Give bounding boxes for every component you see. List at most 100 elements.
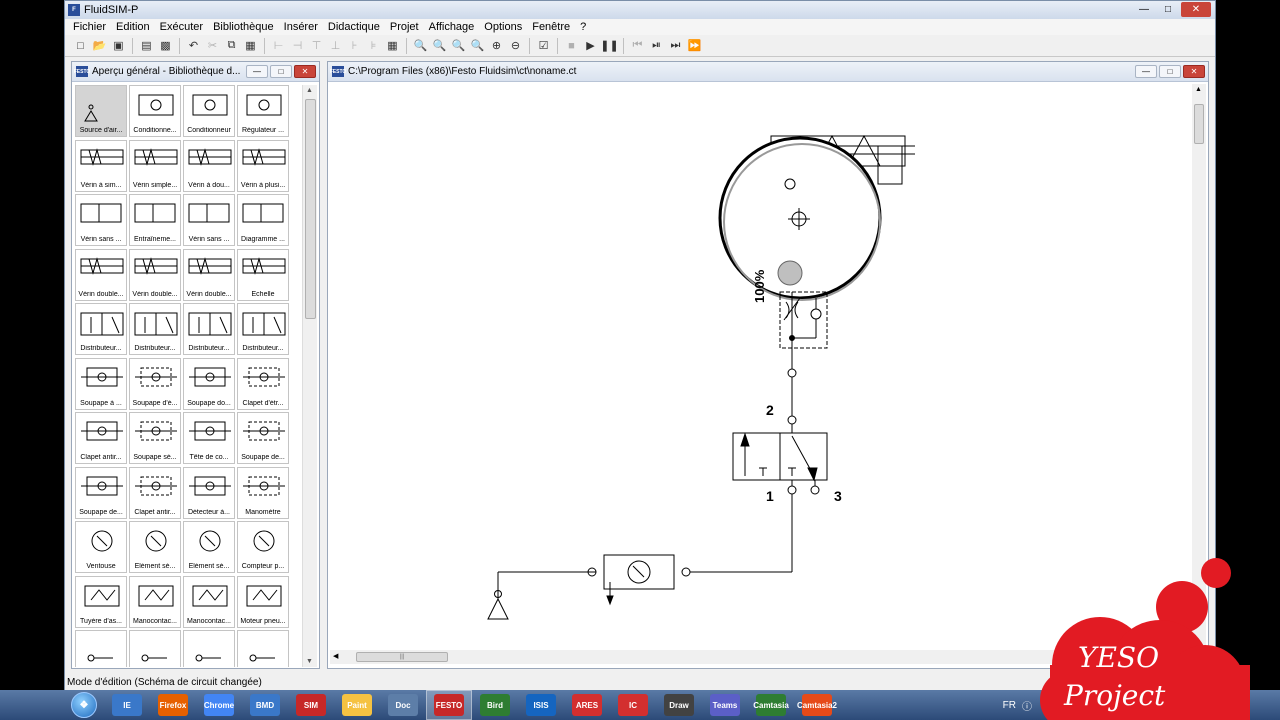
zoom-all-icon[interactable]: 🔍 <box>468 37 487 55</box>
library-item[interactable]: Clapet antir... <box>75 412 127 464</box>
menu-inserer[interactable]: Insérer <box>279 21 323 33</box>
zoom-previous-icon[interactable]: 🔍 <box>449 37 468 55</box>
taskbar-app-doc-icon[interactable]: Doc <box>380 690 426 720</box>
align-center-icon[interactable]: ⊣ <box>288 37 307 55</box>
circuit-close-button[interactable]: ✕ <box>1183 65 1205 78</box>
library-item[interactable]: Distributeur... <box>183 303 235 355</box>
language-indicator[interactable]: FR <box>1003 700 1016 711</box>
menu-fichier[interactable]: Fichier <box>68 21 111 33</box>
library-item[interactable]: 0V <box>129 630 181 667</box>
taskbar-app-bmd-icon[interactable]: BMD <box>242 690 288 720</box>
library-item[interactable]: +24V <box>183 630 235 667</box>
align-top-icon[interactable]: ⊤ <box>307 37 326 55</box>
connector[interactable] <box>787 485 797 495</box>
library-item[interactable]: Diagramme ... <box>237 194 289 246</box>
library-item[interactable] <box>75 630 127 667</box>
menu-affichage[interactable]: Affichage <box>424 21 480 33</box>
pause-icon[interactable]: ❚❚ <box>600 37 619 55</box>
taskbar-app-teams-icon[interactable]: Teams <box>702 690 748 720</box>
zoom-fit-icon[interactable]: 🔍 <box>411 37 430 55</box>
library-minimize-button[interactable]: — <box>246 65 268 78</box>
library-item[interactable]: Soupape à ... <box>75 357 127 410</box>
align-bottom-icon[interactable]: ⊧ <box>364 37 383 55</box>
library-item[interactable]: Distributeur... <box>237 303 289 355</box>
library-item[interactable]: Elément sé... <box>129 521 181 573</box>
library-item[interactable]: Soupape de... <box>75 466 127 519</box>
menu-bibliotheque[interactable]: Bibliothèque <box>208 21 279 33</box>
save-icon[interactable]: ▣ <box>109 37 128 55</box>
library-item[interactable]: Vérin à plusi... <box>237 139 289 192</box>
library-item[interactable]: Régulateur ... <box>237 85 289 137</box>
service-unit[interactable] <box>603 554 675 606</box>
grid-icon[interactable]: ▦ <box>383 37 402 55</box>
library-item[interactable]: Echelle <box>237 248 289 301</box>
step-icon[interactable]: ⏯ <box>647 37 666 55</box>
zoom-out-icon[interactable]: ⊖ <box>506 37 525 55</box>
maximize-button[interactable]: □ <box>1157 2 1179 17</box>
menu-help[interactable]: ? <box>575 21 591 33</box>
taskbar-app-camtasia-icon[interactable]: Camtasia <box>748 690 794 720</box>
connector[interactable] <box>787 368 797 378</box>
scroll-up-icon[interactable]: ▲ <box>1195 86 1202 93</box>
new-file-icon[interactable]: □ <box>71 37 90 55</box>
directional-valve-3-2[interactable] <box>732 432 828 482</box>
taskbar-app-festo-icon[interactable]: FESTO <box>426 690 472 720</box>
stop-icon[interactable]: ■ <box>562 37 581 55</box>
library-item[interactable]: Elément sé... <box>183 521 235 573</box>
circuit-maximize-button[interactable]: □ <box>1159 65 1181 78</box>
taskbar-app-camtasia2-icon[interactable]: Camtasia2 <box>794 690 840 720</box>
zoom-window-icon[interactable]: 🔍 <box>430 37 449 55</box>
library-item[interactable]: Vérin double... <box>183 248 235 301</box>
connector[interactable] <box>681 567 691 577</box>
library-item[interactable]: Vérin double... <box>75 248 127 301</box>
play-icon[interactable]: ▶ <box>581 37 600 55</box>
library-close-button[interactable]: ✕ <box>294 65 316 78</box>
library-item[interactable]: Soupape do... <box>183 357 235 410</box>
library-item[interactable]: Manomètre <box>237 466 289 519</box>
print-icon[interactable]: ▩ <box>156 37 175 55</box>
check-circuit-icon[interactable]: ☑ <box>534 37 553 55</box>
taskbar-app-firefox-icon[interactable]: Firefox <box>150 690 196 720</box>
cut-icon[interactable]: ✂ <box>203 37 222 55</box>
step-forward-icon[interactable]: ⏭ <box>666 37 685 55</box>
taskbar-app-chrome-icon[interactable]: Chrome <box>196 690 242 720</box>
open-folder-icon[interactable]: 📂 <box>90 37 109 55</box>
scroll-down-icon[interactable]: ▼ <box>306 658 313 665</box>
library-item[interactable]: Manocontac... <box>129 575 181 628</box>
library-item[interactable]: Conditionneur <box>183 85 235 137</box>
library-item[interactable]: Soupape sé... <box>129 412 181 464</box>
library-item[interactable]: Distributeur... <box>129 303 181 355</box>
library-item[interactable]: Vérin à sim... <box>75 139 127 192</box>
menu-executer[interactable]: Exécuter <box>155 21 208 33</box>
library-item[interactable]: Vérin sans ... <box>75 194 127 246</box>
library-scrollbar[interactable]: ▲ ▼ <box>302 85 317 667</box>
library-item[interactable]: Vérin sans ... <box>183 194 235 246</box>
minimize-button[interactable]: — <box>1133 2 1155 17</box>
taskbar-app-ic-icon[interactable]: IC <box>610 690 656 720</box>
connector[interactable] <box>810 485 820 495</box>
zoom-in-icon[interactable]: ⊕ <box>487 37 506 55</box>
taskbar-app-ie-icon[interactable]: IE <box>104 690 150 720</box>
undo-icon[interactable]: ↶ <box>184 37 203 55</box>
taskbar-app-draw-icon[interactable]: Draw <box>656 690 702 720</box>
library-item[interactable]: Conditionne... <box>129 85 181 137</box>
menu-edition[interactable]: Edition <box>111 21 155 33</box>
scroll-left-icon[interactable]: ◀ <box>333 652 338 660</box>
library-item[interactable]: Manocontac... <box>183 575 235 628</box>
taskbar-app-isis-icon[interactable]: ISIS <box>518 690 564 720</box>
menu-didactique[interactable]: Didactique <box>323 21 385 33</box>
library-item[interactable]: Source d'air... <box>75 85 127 137</box>
library-item[interactable]: Soupape de... <box>237 412 289 464</box>
library-item[interactable]: Clapet d'étr... <box>237 357 289 410</box>
library-item[interactable]: Tuyère d'as... <box>75 575 127 628</box>
horizontal-scroll-thumb[interactable]: ||| <box>356 652 448 662</box>
library-item[interactable]: Entraîneme... <box>129 194 181 246</box>
copy-icon[interactable]: ⧉ <box>222 37 241 55</box>
library-item[interactable]: Moteur pneu... <box>237 575 289 628</box>
library-item[interactable]: Compteur p... <box>237 521 289 573</box>
fast-forward-icon[interactable]: ⏩ <box>685 37 704 55</box>
library-item[interactable]: Clapet antir... <box>129 466 181 519</box>
library-item[interactable] <box>237 630 289 667</box>
close-button[interactable]: ✕ <box>1181 2 1211 17</box>
menu-fenetre[interactable]: Fenêtre <box>527 21 575 33</box>
